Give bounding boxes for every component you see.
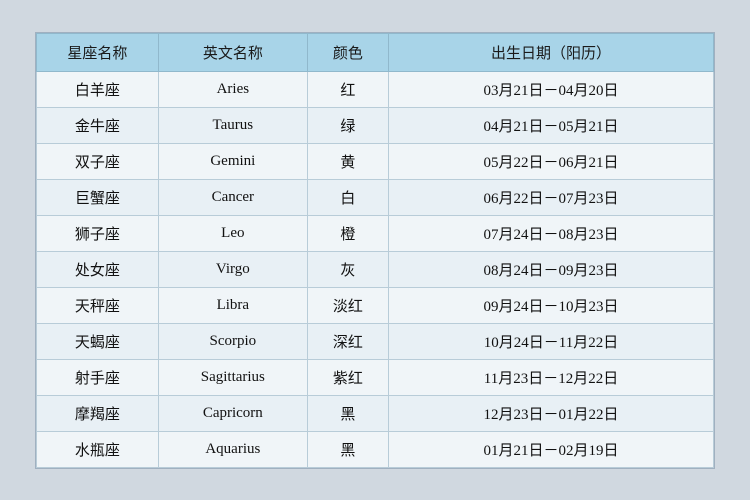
cell-english: Libra bbox=[158, 287, 307, 323]
cell-chinese: 处女座 bbox=[37, 251, 159, 287]
cell-date: 07月24日－08月23日 bbox=[389, 215, 714, 251]
cell-english: Cancer bbox=[158, 179, 307, 215]
table-header-row: 星座名称 英文名称 颜色 出生日期（阳历） bbox=[37, 33, 714, 71]
cell-english: Sagittarius bbox=[158, 359, 307, 395]
table-row: 巨蟹座Cancer白06月22日－07月23日 bbox=[37, 179, 714, 215]
cell-color: 黑 bbox=[307, 395, 388, 431]
cell-chinese: 射手座 bbox=[37, 359, 159, 395]
header-chinese: 星座名称 bbox=[37, 33, 159, 71]
cell-chinese: 狮子座 bbox=[37, 215, 159, 251]
table-row: 水瓶座Aquarius黑01月21日－02月19日 bbox=[37, 431, 714, 467]
cell-chinese: 摩羯座 bbox=[37, 395, 159, 431]
cell-chinese: 天蝎座 bbox=[37, 323, 159, 359]
cell-date: 12月23日－01月22日 bbox=[389, 395, 714, 431]
header-english: 英文名称 bbox=[158, 33, 307, 71]
cell-color: 灰 bbox=[307, 251, 388, 287]
cell-english: Virgo bbox=[158, 251, 307, 287]
cell-chinese: 白羊座 bbox=[37, 71, 159, 107]
cell-date: 06月22日－07月23日 bbox=[389, 179, 714, 215]
table-row: 射手座Sagittarius紫红11月23日－12月22日 bbox=[37, 359, 714, 395]
header-date: 出生日期（阳历） bbox=[389, 33, 714, 71]
cell-date: 03月21日－04月20日 bbox=[389, 71, 714, 107]
table-row: 摩羯座Capricorn黑12月23日－01月22日 bbox=[37, 395, 714, 431]
cell-date: 10月24日－11月22日 bbox=[389, 323, 714, 359]
cell-date: 05月22日－06月21日 bbox=[389, 143, 714, 179]
table-row: 白羊座Aries红03月21日－04月20日 bbox=[37, 71, 714, 107]
cell-english: Scorpio bbox=[158, 323, 307, 359]
cell-english: Aries bbox=[158, 71, 307, 107]
cell-color: 黄 bbox=[307, 143, 388, 179]
cell-color: 红 bbox=[307, 71, 388, 107]
cell-chinese: 水瓶座 bbox=[37, 431, 159, 467]
cell-color: 淡红 bbox=[307, 287, 388, 323]
table-row: 天秤座Libra淡红09月24日－10月23日 bbox=[37, 287, 714, 323]
header-color: 颜色 bbox=[307, 33, 388, 71]
cell-english: Aquarius bbox=[158, 431, 307, 467]
cell-color: 绿 bbox=[307, 107, 388, 143]
cell-english: Taurus bbox=[158, 107, 307, 143]
zodiac-table: 星座名称 英文名称 颜色 出生日期（阳历） 白羊座Aries红03月21日－04… bbox=[36, 33, 714, 468]
cell-date: 08月24日－09月23日 bbox=[389, 251, 714, 287]
zodiac-table-container: 星座名称 英文名称 颜色 出生日期（阳历） 白羊座Aries红03月21日－04… bbox=[35, 32, 715, 469]
table-row: 狮子座Leo橙07月24日－08月23日 bbox=[37, 215, 714, 251]
table-body: 白羊座Aries红03月21日－04月20日金牛座Taurus绿04月21日－0… bbox=[37, 71, 714, 467]
cell-date: 04月21日－05月21日 bbox=[389, 107, 714, 143]
cell-color: 紫红 bbox=[307, 359, 388, 395]
cell-date: 01月21日－02月19日 bbox=[389, 431, 714, 467]
cell-color: 橙 bbox=[307, 215, 388, 251]
cell-chinese: 双子座 bbox=[37, 143, 159, 179]
cell-color: 深红 bbox=[307, 323, 388, 359]
cell-english: Capricorn bbox=[158, 395, 307, 431]
table-row: 处女座Virgo灰08月24日－09月23日 bbox=[37, 251, 714, 287]
cell-date: 09月24日－10月23日 bbox=[389, 287, 714, 323]
cell-english: Gemini bbox=[158, 143, 307, 179]
cell-date: 11月23日－12月22日 bbox=[389, 359, 714, 395]
table-row: 金牛座Taurus绿04月21日－05月21日 bbox=[37, 107, 714, 143]
table-row: 双子座Gemini黄05月22日－06月21日 bbox=[37, 143, 714, 179]
cell-chinese: 天秤座 bbox=[37, 287, 159, 323]
cell-english: Leo bbox=[158, 215, 307, 251]
table-row: 天蝎座Scorpio深红10月24日－11月22日 bbox=[37, 323, 714, 359]
cell-chinese: 金牛座 bbox=[37, 107, 159, 143]
cell-color: 白 bbox=[307, 179, 388, 215]
cell-chinese: 巨蟹座 bbox=[37, 179, 159, 215]
cell-color: 黑 bbox=[307, 431, 388, 467]
